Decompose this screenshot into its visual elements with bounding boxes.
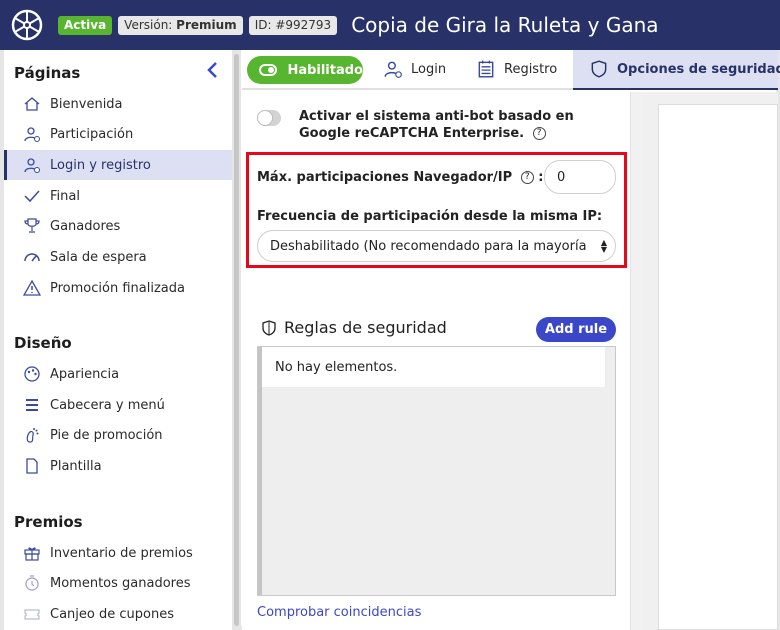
sidebar-item-login-registro[interactable]: Login y registro — [4, 150, 232, 180]
sidebar: Páginas Bienvenida Participación Login y… — [4, 50, 232, 630]
sidebar-section-premios: Premios — [14, 513, 83, 531]
frequency-select[interactable]: Deshabilitado (No recomendado para la ma… — [257, 230, 616, 262]
sidebar-item-pie-promocion[interactable]: Pie de promoción — [4, 420, 232, 450]
sidebar-item-sala-espera[interactable]: Sala de espera — [4, 242, 232, 272]
sidebar-item-label: Final — [50, 188, 80, 204]
content-scrollbar[interactable] — [630, 92, 642, 630]
coupon-icon — [22, 604, 42, 624]
sidebar-item-final[interactable]: Final — [4, 181, 232, 211]
sidebar-item-canjeo-cupones[interactable]: Canjeo de cupones — [4, 599, 232, 629]
sidebar-item-cabecera-menu[interactable]: Cabecera y menú — [4, 390, 232, 420]
frequency-selected-value: Deshabilitado (No recomendado para la ma… — [270, 238, 588, 254]
sidebar-item-plantilla[interactable]: Plantilla — [4, 451, 232, 481]
enabled-toggle[interactable]: Habilitado — [247, 56, 363, 84]
check-icon — [22, 186, 42, 206]
gauge-icon — [22, 247, 42, 267]
enabled-toggle-label: Habilitado — [287, 62, 363, 78]
sidebar-scrollbar[interactable] — [232, 50, 241, 630]
sidebar-item-inventario-premios[interactable]: Inventario de premios — [4, 538, 232, 568]
tab-login[interactable]: Login — [383, 50, 446, 88]
menu-icon — [22, 395, 42, 415]
tab-bar: Habilitado Login Registro Opciones de se… — [242, 50, 780, 90]
sidebar-section-paginas: Páginas — [14, 64, 81, 82]
palette-icon — [22, 364, 42, 384]
sidebar-section-diseno: Diseño — [14, 334, 72, 352]
version-badge: Versión: Premium — [118, 15, 243, 35]
security-options-panel: Activar el sistema anti-bot basado en Go… — [242, 92, 630, 630]
recaptcha-switch[interactable] — [257, 110, 281, 126]
warning-icon — [22, 278, 42, 298]
sidebar-item-participacion[interactable]: Participación — [4, 119, 232, 149]
sidebar-item-label: Pie de promoción — [50, 427, 163, 443]
frequency-label: Frecuencia de participación desde la mis… — [257, 209, 603, 224]
footprint-icon — [22, 425, 42, 445]
version-label: Versión: — [124, 17, 173, 32]
sidebar-item-ganadores[interactable]: Ganadores — [4, 211, 232, 241]
page-title: Copia de Gira la Ruleta y Gana — [351, 13, 659, 37]
add-rule-button[interactable]: Add rule — [536, 317, 616, 342]
max-participations-text: Máx. participaciones Navegador/IP — [257, 170, 513, 185]
form-icon — [476, 59, 496, 79]
check-matches-link[interactable]: Comprobar coincidencias — [257, 605, 421, 620]
status-badge: Activa — [58, 15, 113, 35]
rules-table: No hay elementos. — [257, 346, 616, 596]
tab-label: Opciones de seguridad — [617, 61, 780, 77]
user-login-icon — [22, 155, 42, 175]
document-icon — [22, 456, 42, 476]
max-participations-input[interactable] — [544, 160, 616, 194]
sidebar-item-bienvenida[interactable]: Bienvenida — [4, 89, 232, 119]
recaptcha-row: Activar el sistema anti-bot basado en Go… — [257, 108, 609, 142]
sidebar-item-label: Canjeo de cupones — [50, 606, 174, 622]
collapse-sidebar-button[interactable] — [204, 60, 222, 80]
sidebar-item-label: Apariencia — [50, 366, 120, 382]
chevron-left-icon — [207, 62, 217, 78]
version-value: Premium — [176, 17, 237, 32]
users-icon — [22, 124, 42, 144]
tab-label: Registro — [504, 61, 558, 77]
sidebar-item-label: Sala de espera — [50, 249, 147, 265]
shield-icon — [260, 319, 278, 337]
gift-icon — [22, 543, 42, 563]
top-bar: Activa Versión: Premium ID: #992793 Copi… — [0, 0, 780, 50]
shield-icon — [589, 59, 609, 79]
tab-opciones-seguridad[interactable]: Opciones de seguridad — [573, 50, 780, 90]
sidebar-item-label: Momentos ganadores — [50, 575, 191, 591]
sidebar-item-momentos-ganadores[interactable]: Momentos ganadores — [4, 568, 232, 598]
tab-registro[interactable]: Registro — [476, 50, 557, 88]
sidebar-item-label: Promoción finalizada — [50, 280, 185, 296]
sidebar-item-promocion-finalizada[interactable]: Promoción finalizada — [4, 273, 232, 303]
id-badge: ID: #992793 — [248, 15, 338, 35]
help-icon[interactable]: ? — [532, 127, 546, 140]
preview-card — [658, 104, 778, 630]
sidebar-item-label: Ganadores — [50, 218, 121, 234]
label-colon: : — [538, 170, 544, 185]
recaptcha-label-text: Activar el sistema anti-bot basado en Go… — [299, 109, 574, 141]
max-participations-label: Máx. participaciones Navegador/IP ? : — [257, 170, 543, 185]
user-login-icon — [383, 59, 403, 79]
home-icon — [22, 94, 42, 114]
sidebar-item-label: Participación — [50, 126, 134, 142]
sidebar-item-label: Bienvenida — [50, 96, 123, 112]
sidebar-item-label: Cabecera y menú — [50, 397, 165, 413]
recaptcha-label: Activar el sistema anti-bot basado en Go… — [299, 108, 609, 142]
clock-icon — [22, 573, 42, 593]
help-icon[interactable]: ? — [520, 171, 534, 184]
sidebar-item-label: Plantilla — [50, 458, 102, 474]
wheel-logo-icon[interactable] — [6, 4, 48, 46]
rules-title: Reglas de seguridad — [284, 318, 447, 337]
empty-row: No hay elementos. — [262, 347, 605, 387]
sidebar-item-label: Login y registro — [50, 157, 151, 173]
rules-header: Reglas de seguridad — [260, 318, 447, 337]
toggle-switch-icon — [259, 64, 278, 76]
sidebar-item-apariencia[interactable]: Apariencia — [4, 359, 232, 389]
trophy-icon — [22, 216, 42, 236]
sidebar-item-label: Inventario de premios — [50, 545, 193, 561]
sidebar-scrollbar-thumb[interactable] — [234, 54, 239, 626]
tab-label: Login — [411, 61, 447, 77]
select-caret-icon: ▲ ▼ — [600, 238, 607, 254]
